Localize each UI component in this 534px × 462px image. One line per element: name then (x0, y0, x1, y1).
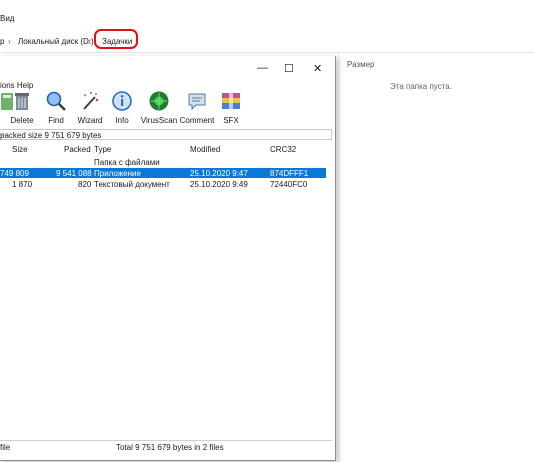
table-row[interactable]: 749 809 9 541 088 Приложение 25.10.2020 … (0, 168, 326, 178)
archive-path-bar[interactable]: packed size 9 751 679 bytes ⌄ (0, 129, 332, 140)
chevron-down-icon[interactable]: ⌄ (0, 130, 328, 138)
divider (0, 52, 534, 53)
trash-icon (15, 93, 29, 110)
divider (338, 53, 339, 462)
table-row[interactable]: Папка с файлами (0, 157, 326, 167)
explorer-view-menu[interactable]: Вид (0, 14, 14, 23)
column-header-packed[interactable]: Packed (64, 145, 91, 154)
highlight-ring (94, 29, 138, 49)
empty-folder-message: Эта папка пуста. (390, 82, 452, 91)
breadcrumb-drive[interactable]: Локальный диск (D:) (18, 37, 94, 46)
breadcrumb-separator: › (8, 37, 11, 46)
info-icon (112, 91, 132, 111)
maximize-icon[interactable]: ☐ (284, 62, 294, 75)
breadcrumb-separator: › (88, 37, 91, 46)
status-bar: file Total 9 751 679 bytes in 2 files (0, 440, 332, 453)
virus-icon (149, 91, 169, 111)
status-total-text: Total 9 751 679 bytes in 2 files (116, 443, 224, 452)
column-header-size[interactable]: Size (12, 145, 28, 154)
column-header-modified[interactable]: Modified (190, 145, 220, 154)
column-header-type[interactable]: Type (94, 145, 111, 154)
winrar-window: — ☐ ✕ ions Help Delete Find Wizard Info … (0, 56, 336, 461)
column-header-size[interactable]: Размер (347, 60, 375, 69)
sfx-icon (222, 93, 240, 109)
rar-toolbar: Delete Find Wizard Info VirusScan Commen… (0, 90, 330, 126)
file-list-header: Size Packed Type Modified CRC32 (0, 144, 332, 156)
wand-icon (83, 91, 99, 110)
status-left-text: file (0, 443, 11, 452)
breadcrumb-root[interactable]: р (0, 37, 4, 46)
table-row[interactable]: 1 870 820 Текстовый документ 25.10.2020 … (0, 179, 326, 189)
rar-menu-bar[interactable]: ions Help (0, 81, 33, 90)
close-icon[interactable]: ✕ (313, 62, 322, 75)
comment-icon (188, 93, 206, 111)
magnifier-icon (46, 91, 66, 111)
column-header-crc[interactable]: CRC32 (270, 145, 296, 154)
address-bar[interactable]: р › Локальный диск (D:) › Задачки (0, 33, 534, 51)
minimize-icon[interactable]: — (257, 62, 268, 74)
